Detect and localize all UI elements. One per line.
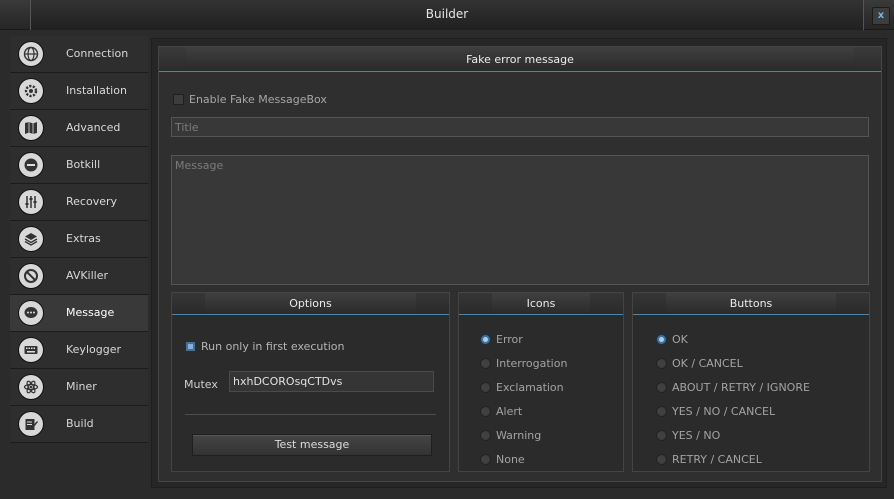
- atom-icon: [19, 375, 43, 399]
- title-bar: Builder x: [0, 0, 894, 30]
- icon-option-label: Exclamation: [496, 381, 564, 394]
- icon-radio-exclamation[interactable]: [480, 382, 491, 393]
- icon-option-label: Alert: [496, 405, 523, 418]
- buttons-option-label: YES / NO / CANCEL: [672, 405, 776, 418]
- sidebar-item-extras[interactable]: Extras: [10, 221, 148, 258]
- block-icon: [19, 264, 43, 288]
- sidebar-item-miner[interactable]: Miner: [10, 369, 148, 406]
- sidebar-item-botkill[interactable]: Botkill: [10, 147, 148, 184]
- icon-radio-alert[interactable]: [480, 406, 491, 417]
- sidebar-item-label: Botkill: [66, 158, 101, 171]
- buttons-option-label: OK / CANCEL: [672, 357, 743, 370]
- sliders-icon: [19, 190, 43, 214]
- buttons-group: Buttons OK OK / CANCEL ABOUT / RETRY / I…: [632, 292, 870, 472]
- options-header: Options: [172, 293, 449, 315]
- sidebar-item-keylogger[interactable]: Keylogger: [10, 332, 148, 369]
- globe-icon: [19, 42, 43, 66]
- sidebar-item-label: Keylogger: [66, 343, 121, 356]
- options-group: Options Run only in first execution Mute…: [171, 292, 450, 472]
- mutex-label: Mutex: [184, 378, 218, 391]
- icons-title: Icons: [526, 297, 556, 310]
- test-message-button[interactable]: Test message: [192, 434, 432, 456]
- gear-icon: [19, 79, 43, 103]
- buttons-radio-yes-no[interactable]: [656, 430, 667, 441]
- icon-radio-interrogation[interactable]: [480, 358, 491, 369]
- buttons-header: Buttons: [633, 293, 869, 315]
- sidebar-item-advanced[interactable]: Advanced: [10, 110, 148, 147]
- sidebar-item-label: Advanced: [66, 121, 121, 134]
- sidebar-item-recovery[interactable]: Recovery: [10, 184, 148, 221]
- run-first-checkbox[interactable]: [185, 341, 196, 352]
- fake-error-panel: Fake error message Enable Fake MessageBo…: [158, 46, 882, 482]
- buttons-option-label: OK: [672, 333, 688, 346]
- sidebar-item-build[interactable]: Build: [10, 406, 148, 443]
- sidebar-item-avkiller[interactable]: AVKiller: [10, 258, 148, 295]
- sidebar-item-label: Message: [66, 306, 115, 319]
- mutex-input[interactable]: [229, 371, 434, 392]
- icon-option-label: Error: [496, 333, 523, 346]
- main-panel: Fake error message Enable Fake MessageBo…: [151, 38, 887, 488]
- enable-messagebox-label: Enable Fake MessageBox: [189, 93, 327, 106]
- enable-messagebox-checkbox[interactable]: [173, 94, 184, 105]
- message-textarea[interactable]: [171, 155, 869, 285]
- sidebar-item-label: Build: [66, 417, 94, 430]
- icon-option-label: None: [496, 453, 525, 466]
- options-title: Options: [289, 297, 332, 310]
- buttons-option-label: ABOUT / RETRY / IGNORE: [672, 381, 810, 394]
- chat-bubble-icon: [19, 301, 43, 325]
- buttons-radio-about-retry-ignore[interactable]: [656, 382, 667, 393]
- title-input[interactable]: [171, 117, 869, 137]
- keyboard-icon: [19, 338, 43, 362]
- buttons-radio-ok-cancel[interactable]: [656, 358, 667, 369]
- buttons-radio-ok[interactable]: [656, 334, 667, 345]
- icon-radio-warning[interactable]: [480, 430, 491, 441]
- icons-group: Icons Error Interrogation Exclamation Al…: [458, 292, 624, 472]
- close-button[interactable]: x: [872, 7, 890, 25]
- buttons-option-label: RETRY / CANCEL: [672, 453, 762, 466]
- icon-radio-error[interactable]: [480, 334, 491, 345]
- sidebar-item-label: AVKiller: [66, 269, 109, 282]
- buttons-option-label: YES / NO: [672, 429, 721, 442]
- sidebar-item-label: Connection: [66, 47, 129, 60]
- sidebar-item-label: Extras: [66, 232, 101, 245]
- minus-circle-icon: [19, 153, 43, 177]
- sidebar-item-label: Recovery: [66, 195, 118, 208]
- sidebar-item-installation[interactable]: Installation: [10, 73, 148, 110]
- edit-icon: [19, 412, 43, 436]
- panel-header: Fake error message: [159, 47, 881, 72]
- window-title: Builder: [425, 7, 469, 21]
- options-separator: [185, 414, 436, 415]
- layers-icon: [19, 227, 43, 251]
- sidebar-item-label: Installation: [66, 84, 127, 97]
- sidebar-item-label: Miner: [66, 380, 97, 393]
- buttons-title: Buttons: [729, 297, 773, 310]
- map-icon: [19, 116, 43, 140]
- buttons-radio-retry-cancel[interactable]: [656, 454, 667, 465]
- buttons-radio-yes-no-cancel[interactable]: [656, 406, 667, 417]
- icon-option-label: Interrogation: [496, 357, 568, 370]
- panel-title: Fake error message: [466, 53, 574, 66]
- run-first-label: Run only in first execution: [201, 340, 345, 353]
- sidebar: Connection Installation Advanced Botkill…: [10, 36, 148, 443]
- icon-radio-none[interactable]: [480, 454, 491, 465]
- icon-option-label: Warning: [496, 429, 542, 442]
- sidebar-item-connection[interactable]: Connection: [10, 36, 148, 73]
- icons-header: Icons: [459, 293, 623, 315]
- sidebar-item-message[interactable]: Message: [10, 295, 148, 332]
